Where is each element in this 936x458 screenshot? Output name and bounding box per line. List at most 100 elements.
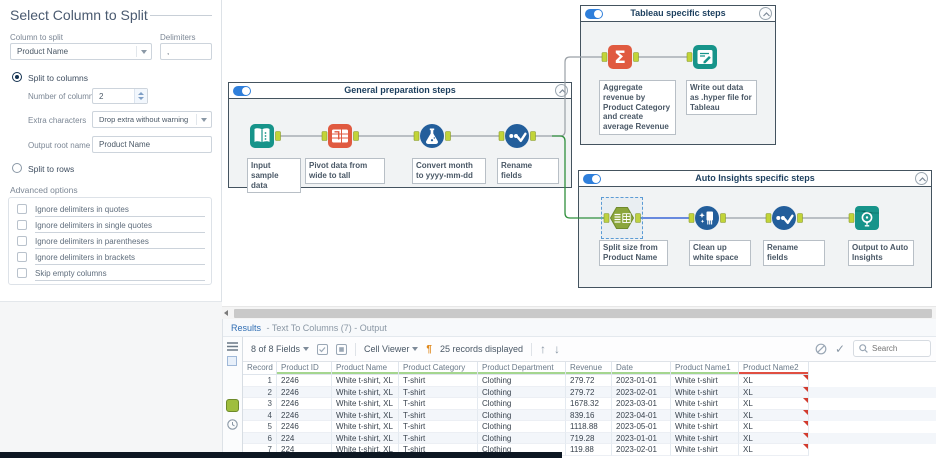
output-root-name-input[interactable]: Product Name: [92, 136, 212, 153]
table-cell[interactable]: 2023-04-01: [612, 410, 671, 422]
column-header[interactable]: Product Category: [399, 362, 478, 375]
table-cell[interactable]: White t-shirt, XL: [332, 387, 399, 399]
collapse-button[interactable]: [759, 7, 772, 20]
clock-icon[interactable]: [227, 419, 238, 430]
scroll-up-button[interactable]: ↑: [540, 342, 546, 356]
table-cell[interactable]: White t-shirt, XL: [332, 375, 399, 387]
scroll-left-icon[interactable]: [224, 310, 228, 316]
table-cell[interactable]: White t-shirt: [671, 410, 739, 422]
table-cell[interactable]: Clothing: [478, 433, 566, 445]
table-cell[interactable]: 839.16: [566, 410, 612, 422]
table-cell[interactable]: T-shirt: [399, 375, 478, 387]
table-cell[interactable]: 1118.88: [566, 421, 612, 433]
search-box[interactable]: [853, 340, 931, 357]
column-header[interactable]: Date: [612, 362, 671, 375]
table-cell[interactable]: 2023-02-01: [612, 387, 671, 399]
delimiters-input[interactable]: ,: [160, 43, 212, 60]
table-cell[interactable]: White t-shirt, XL: [332, 421, 399, 433]
table-cell[interactable]: White t-shirt: [671, 421, 739, 433]
table-cell[interactable]: 2023-05-01: [612, 421, 671, 433]
tool-annotation[interactable]: Split size from Product Name: [599, 240, 668, 266]
tool-datetime-convert[interactable]: [419, 123, 445, 149]
column-header[interactable]: Product ID: [277, 362, 332, 375]
table-cell[interactable]: Clothing: [478, 410, 566, 422]
tool-text-to-columns[interactable]: [609, 205, 635, 231]
table-cell[interactable]: Clothing: [478, 421, 566, 433]
container-enable-toggle[interactable]: [233, 86, 251, 96]
column-header[interactable]: Revenue: [566, 362, 612, 375]
list-view-icon[interactable]: [227, 342, 238, 351]
column-header[interactable]: Product Name2: [739, 362, 809, 375]
table-cell[interactable]: 224: [277, 433, 332, 445]
tool-annotation[interactable]: Output to Auto Insights: [848, 240, 914, 266]
canvas-horizontal-scrollbar[interactable]: [222, 306, 936, 319]
select-fields-icon[interactable]: [317, 344, 328, 355]
split-to-columns-radio[interactable]: [12, 72, 22, 82]
table-row[interactable]: 52246White t-shirt, XLT-shirtClothing111…: [243, 421, 936, 433]
table-row[interactable]: 6224White t-shirt, XLT-shirtClothing719.…: [243, 433, 936, 445]
tool-annotation[interactable]: Rename fields: [497, 158, 559, 184]
table-cell[interactable]: 6: [243, 433, 277, 445]
cell-focus-icon[interactable]: [336, 344, 347, 355]
table-cell[interactable]: XL: [739, 410, 809, 422]
table-row[interactable]: 22246White t-shirt, XLT-shirtClothing279…: [243, 387, 936, 399]
table-cell[interactable]: Clothing: [478, 398, 566, 410]
tool-select-rename[interactable]: [771, 205, 797, 231]
table-cell[interactable]: T-shirt: [399, 398, 478, 410]
table-cell[interactable]: 2246: [277, 375, 332, 387]
table-cell[interactable]: 1: [243, 375, 277, 387]
whitespace-toggle[interactable]: ¶: [426, 344, 432, 355]
scrollbar-thumb[interactable]: [234, 309, 932, 318]
table-cell[interactable]: White t-shirt, XL: [332, 398, 399, 410]
table-cell[interactable]: XL: [739, 375, 809, 387]
tool-annotation[interactable]: Pivot data from wide to tall: [305, 158, 385, 184]
table-cell[interactable]: XL: [739, 433, 809, 445]
table-cell[interactable]: 2023-01-01: [612, 433, 671, 445]
step-down-icon[interactable]: [138, 97, 144, 100]
table-cell[interactable]: White t-shirt, XL: [332, 433, 399, 445]
table-cell[interactable]: 2246: [277, 410, 332, 422]
tool-summarize[interactable]: Σ: [607, 44, 633, 70]
table-cell[interactable]: XL: [739, 421, 809, 433]
table-cell[interactable]: 2023-02-01: [612, 444, 671, 456]
tool-output-data[interactable]: [692, 44, 718, 70]
table-row[interactable]: 42246White t-shirt, XLT-shirtClothing839…: [243, 410, 936, 422]
collapse-button[interactable]: [555, 84, 568, 97]
table-cell[interactable]: White t-shirt: [671, 387, 739, 399]
tool-select-rename[interactable]: [504, 123, 530, 149]
stepper-buttons[interactable]: [134, 89, 147, 103]
table-cell[interactable]: 3: [243, 398, 277, 410]
table-cell[interactable]: White t-shirt: [671, 398, 739, 410]
table-cell[interactable]: 2023-03-01: [612, 398, 671, 410]
tool-transpose[interactable]: [327, 123, 353, 149]
tool-data-cleansing[interactable]: [694, 205, 720, 231]
table-cell[interactable]: 4: [243, 410, 277, 422]
checkbox[interactable]: [17, 252, 27, 262]
tool-annotation[interactable]: Input sample data: [247, 158, 301, 193]
container-enable-toggle[interactable]: [585, 9, 603, 19]
search-input[interactable]: [872, 344, 924, 353]
checkbox[interactable]: [17, 220, 27, 230]
column-to-split-select[interactable]: Product Name: [10, 43, 152, 60]
panel-view-icon[interactable]: [227, 356, 237, 366]
table-cell[interactable]: XL: [739, 398, 809, 410]
no-limit-icon[interactable]: [815, 343, 827, 355]
fields-selector[interactable]: 8 of 8 Fields: [251, 344, 309, 354]
tool-annotation[interactable]: Convert month to yyyy-mm-dd: [412, 158, 486, 184]
checkbox[interactable]: [17, 204, 27, 214]
checkbox[interactable]: [17, 268, 27, 278]
table-row[interactable]: 32246White t-shirt, XLT-shirtClothing167…: [243, 398, 936, 410]
table-cell[interactable]: 119.88: [566, 444, 612, 456]
tool-annotation[interactable]: Aggregate revenue by Product Category an…: [599, 80, 676, 135]
collapse-button[interactable]: [915, 172, 928, 185]
table-cell[interactable]: 279.72: [566, 387, 612, 399]
tool-annotation[interactable]: Write out data as .hyper file for Tablea…: [686, 80, 757, 115]
table-cell[interactable]: Clothing: [478, 375, 566, 387]
tool-annotation[interactable]: Clean up white space: [689, 240, 751, 266]
table-cell[interactable]: T-shirt: [399, 387, 478, 399]
table-cell[interactable]: Clothing: [478, 387, 566, 399]
table-cell[interactable]: 279.72: [566, 375, 612, 387]
output-anchor-button[interactable]: [226, 399, 239, 412]
workflow-canvas[interactable]: General preparation steps Tableau specif…: [222, 0, 936, 306]
table-cell[interactable]: T-shirt: [399, 410, 478, 422]
